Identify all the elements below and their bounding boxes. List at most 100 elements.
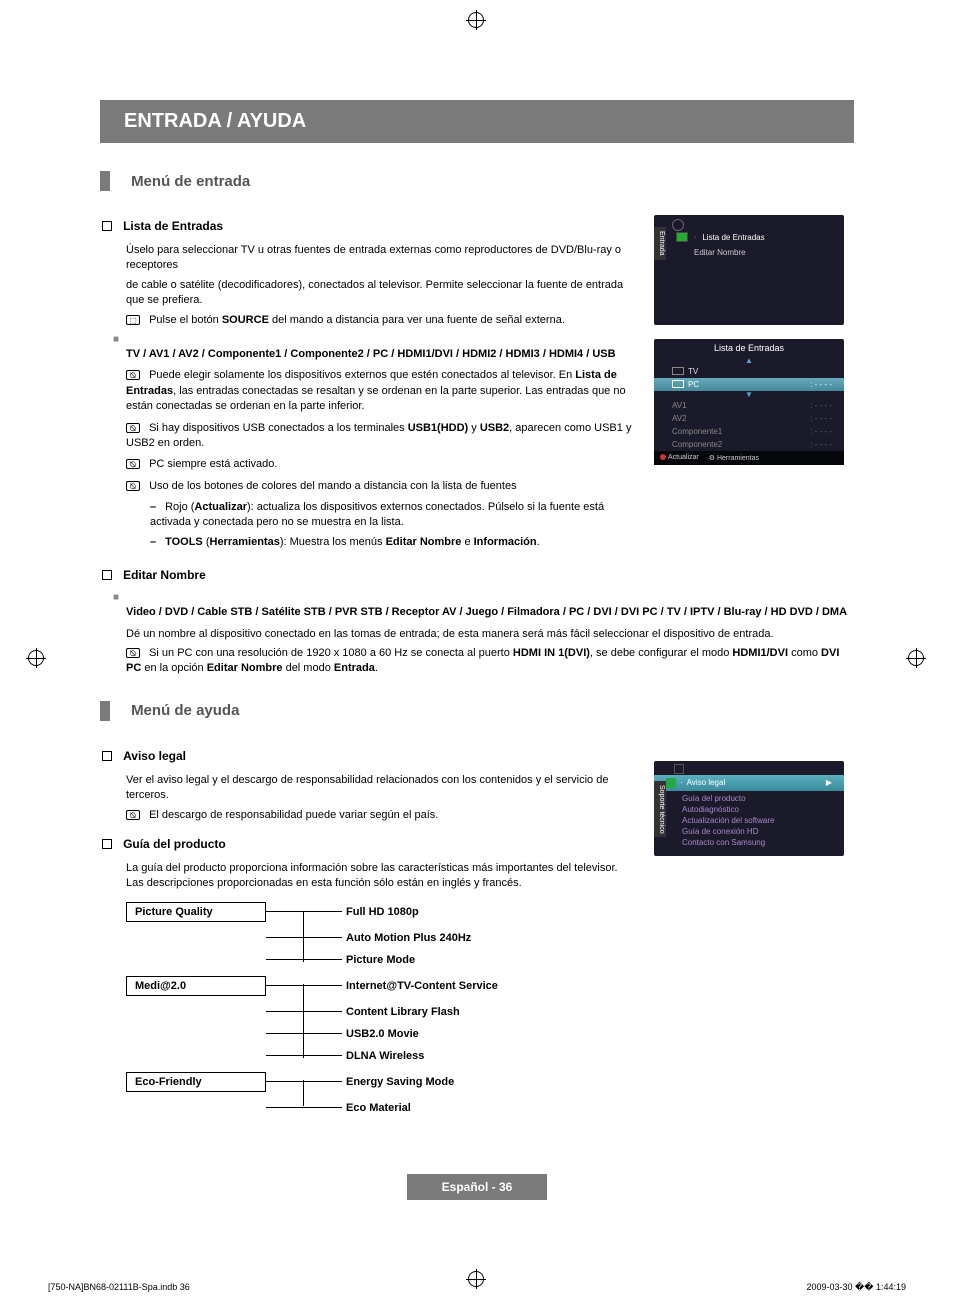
- body-text: Úselo para seleccionar TV u otras fuente…: [126, 243, 634, 274]
- tree-category: Medi@2.0: [126, 976, 266, 996]
- list-label: AV2: [672, 414, 810, 423]
- note-item: ⦰ Puede elegir solamente los dispositivo…: [126, 368, 634, 414]
- list-row: Componente1: - - - -: [654, 425, 844, 438]
- arrow-down-icon: ▼: [654, 391, 844, 399]
- tools-icon: ⚙: [709, 455, 715, 462]
- print-timestamp: 2009-03-30 �� 1:44:19: [806, 1282, 906, 1293]
- text: Uso de los botones de colores del mando …: [149, 480, 517, 492]
- tree-row: Medi@2.0 Internet@TV-Content Service: [126, 976, 634, 996]
- note-icon: ⦰: [126, 481, 140, 491]
- body-text: Ver el aviso legal y el descargo de resp…: [126, 773, 634, 804]
- list-label: PC: [688, 380, 810, 389]
- side-tab: Soporte técnico: [654, 781, 666, 838]
- screenshot-title: Lista de Entradas: [654, 339, 844, 357]
- body-text: La guía del producto proporciona informa…: [126, 861, 634, 892]
- remote-icon: ⬚: [126, 315, 140, 325]
- dash-item: – Rojo (Actualizar): actualiza los dispo…: [150, 500, 634, 531]
- menu-row-selected: ·Aviso legal ▶: [654, 775, 844, 791]
- menu-label: Guía de conexión HD: [682, 826, 836, 837]
- connector: [266, 1011, 342, 1012]
- screenshot-footer: Actualizar ⚙ Herramientas: [654, 451, 844, 465]
- menu-label: Editar Nombre: [694, 248, 746, 257]
- checkbox-icon: [102, 751, 112, 761]
- text: , se debe configurar el modo: [590, 647, 732, 659]
- text-bold: SOURCE: [222, 314, 269, 326]
- note-item: ⦰ PC siempre está activado.: [126, 457, 634, 472]
- list-value: : - - - -: [810, 427, 832, 436]
- menu-label: Aviso legal: [687, 778, 726, 787]
- text-bold: Editar Nombre: [386, 536, 462, 548]
- page-footer: Español - 36: [407, 1174, 547, 1200]
- tree-leaf: Auto Motion Plus 240Hz: [346, 932, 471, 944]
- list-label: AV1: [672, 401, 810, 410]
- footer-label: Actualizar: [668, 454, 699, 461]
- connector: [266, 1033, 342, 1034]
- checkbox-icon: [102, 839, 112, 849]
- tv-menu-screenshot-3: Soporte técnico ·Aviso legal ▶ Guía del …: [654, 761, 844, 856]
- tree-row: Auto Motion Plus 240Hz: [126, 932, 634, 944]
- text-bold: Actualizar: [194, 501, 247, 513]
- text: Rojo (: [165, 501, 194, 513]
- tree-row: Content Library Flash: [126, 1006, 634, 1018]
- note-item: ⦰ Uso de los botones de colores del mand…: [126, 479, 634, 494]
- text-bold: Herramientas: [210, 536, 280, 548]
- tree-leaf: Picture Mode: [346, 954, 415, 966]
- body-text: Dé un nombre al dispositivo conectado en…: [126, 627, 854, 642]
- tree-leaf: Eco Material: [346, 1102, 411, 1114]
- text: (: [203, 536, 210, 548]
- tree-row: USB2.0 Movie: [126, 1028, 634, 1040]
- feature-tree: Picture Quality Full HD 1080p Auto Motio…: [126, 902, 634, 1114]
- print-file: [750-NA]BN68-02111B-Spa.indb 36: [48, 1282, 190, 1293]
- text: .: [375, 662, 378, 674]
- text: Si hay dispositivos USB conectados a los…: [149, 422, 408, 434]
- subsection-lista-entradas: Lista de Entradas: [100, 219, 634, 233]
- subsection-title: Editar Nombre: [123, 568, 206, 582]
- text-bold: HDMI1/DVI: [732, 647, 788, 659]
- list-row: AV2: - - - -: [654, 412, 844, 425]
- dash-item: – TOOLS (Herramientas): Muestra los menú…: [150, 535, 634, 550]
- tree-leaf: Full HD 1080p: [346, 906, 419, 918]
- note-icon: ⦰: [126, 370, 140, 380]
- note-icon: ⦰: [126, 810, 140, 820]
- text: e: [461, 536, 473, 548]
- text: Si un PC con una resolución de 1920 x 10…: [149, 647, 513, 659]
- section-title: Menú de ayuda: [131, 702, 239, 719]
- text: como: [788, 647, 821, 659]
- tree-leaf: Energy Saving Mode: [346, 1076, 454, 1088]
- list-label: Componente1: [672, 427, 810, 436]
- text: y: [468, 422, 480, 434]
- tree-leaf: Content Library Flash: [346, 1006, 460, 1018]
- connector: [266, 1081, 342, 1082]
- menu-row: ·Lista de Entradas: [672, 229, 840, 245]
- subsection-title: Aviso legal: [123, 749, 186, 763]
- side-tab: Entrada: [654, 227, 666, 260]
- connector: [266, 959, 342, 960]
- arrow-right-icon: ▶: [826, 778, 832, 787]
- list-value: : - - - -: [810, 380, 832, 389]
- footer-label: Herramientas: [717, 455, 759, 462]
- menu-label: Guía del producto: [682, 793, 836, 804]
- text: en la opción: [141, 662, 206, 674]
- note-icon: ⦰: [126, 423, 140, 433]
- tree-row: Eco Material: [126, 1102, 634, 1114]
- note-item: ⦰ Si un PC con una resolución de 1920 x …: [126, 646, 854, 677]
- list-row: Componente2: - - - -: [654, 438, 844, 451]
- text-bold: USB2: [480, 422, 509, 434]
- gray-bullet-icon: ■: [113, 334, 634, 345]
- section-header-entrada: Menú de entrada: [100, 171, 854, 191]
- arrow-up-icon: ▲: [654, 357, 844, 365]
- subsection-title: Guía del producto: [123, 837, 226, 851]
- text-bold: HDMI IN 1(DVI): [513, 647, 590, 659]
- text-bold: USB1(HDD): [408, 422, 469, 434]
- list-value: : - - - -: [810, 440, 832, 449]
- checkbox-icon: [102, 221, 112, 231]
- text: PC siempre está activado.: [149, 458, 277, 470]
- accent-bar: [100, 701, 110, 721]
- help-icon: [666, 778, 676, 788]
- text: El descargo de responsabilidad puede var…: [149, 809, 438, 821]
- text: del modo: [283, 662, 334, 674]
- text: , las entradas conectadas se resaltan y …: [126, 385, 626, 412]
- connector: [266, 937, 342, 938]
- connector: [266, 1055, 342, 1056]
- tree-row: Picture Quality Full HD 1080p: [126, 902, 634, 922]
